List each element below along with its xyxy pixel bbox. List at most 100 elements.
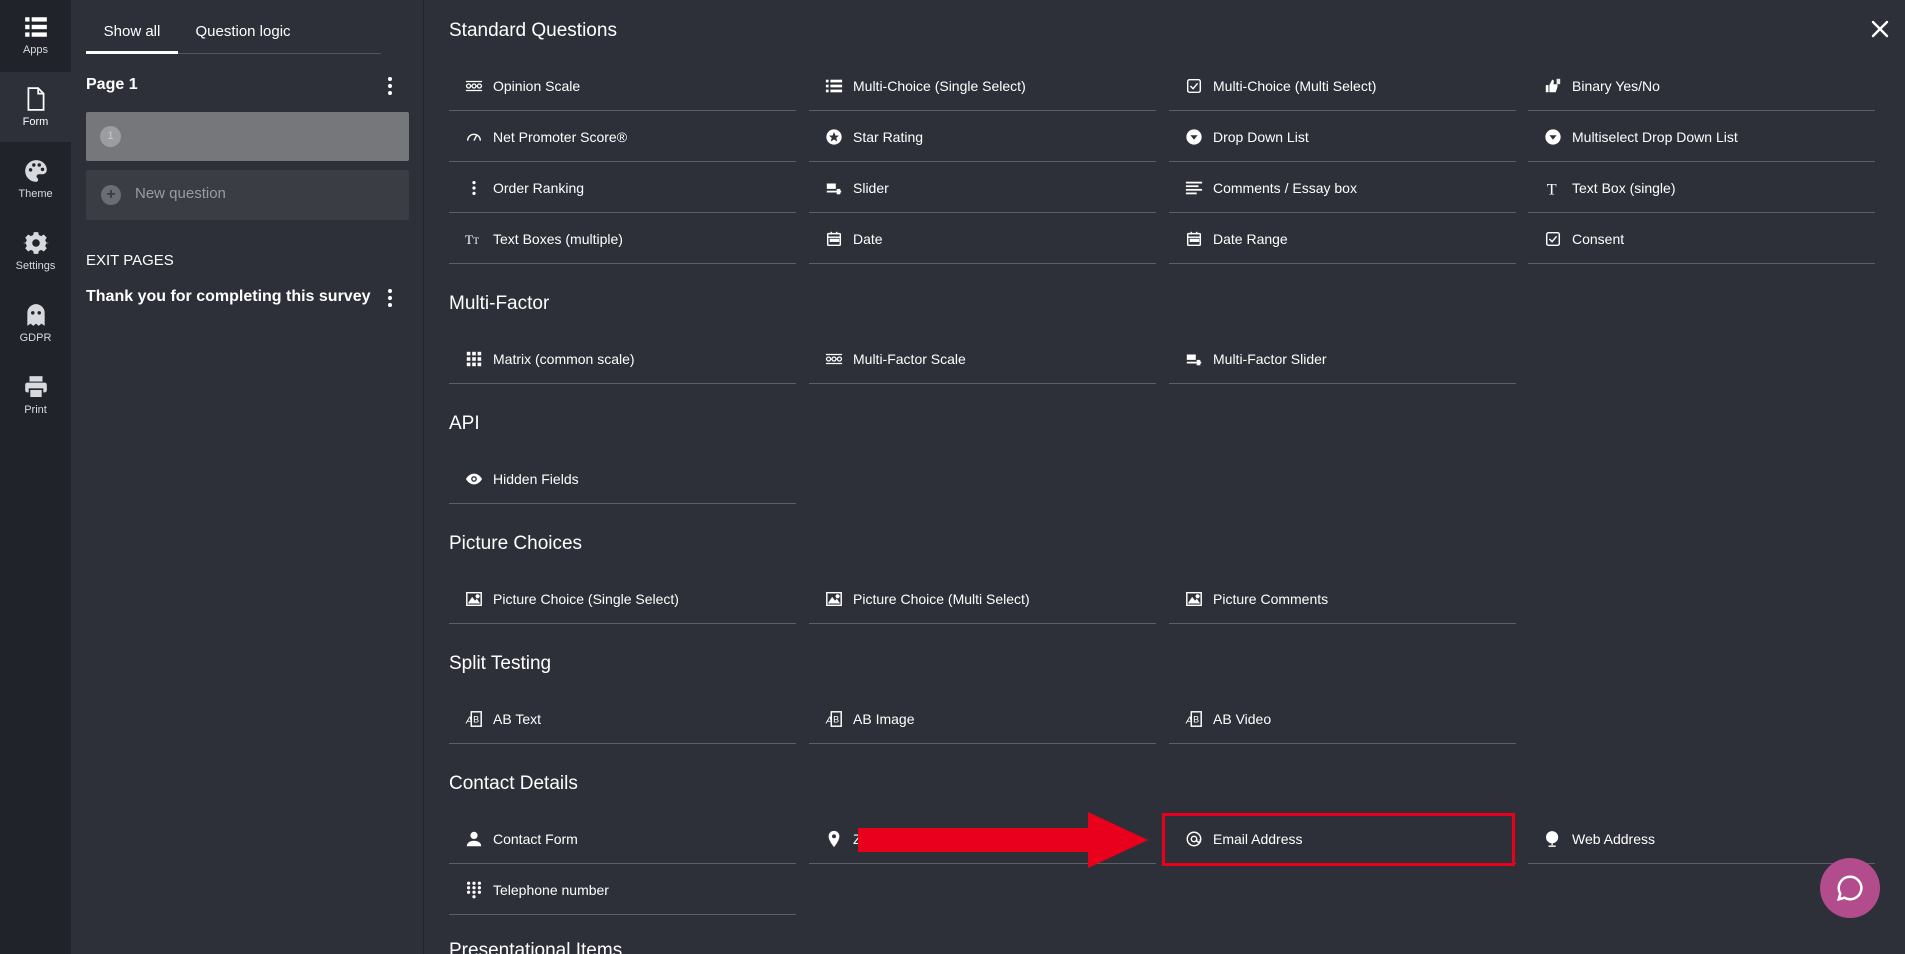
question-type-label: AB Video	[1213, 710, 1272, 727]
question-type-multi-choice-single-select[interactable]: Multi-Choice (Single Select)	[809, 61, 1156, 111]
gauge-icon	[463, 126, 485, 148]
ranking-icon	[463, 177, 485, 199]
eye-icon	[463, 468, 485, 490]
page-title: Page 1	[86, 76, 138, 93]
svg-text:B: B	[1193, 714, 1199, 724]
question-type-picture-comments[interactable]: Picture Comments	[1169, 574, 1516, 624]
matrix-icon	[463, 348, 485, 370]
question-type-label: Multi-Factor Slider	[1213, 350, 1327, 367]
question-type-email-address[interactable]: Email Address	[1169, 814, 1516, 864]
checkbox-icon	[1542, 228, 1564, 250]
tab-question-logic[interactable]: Question logic	[178, 14, 308, 54]
question-type-binary-yes-no[interactable]: Binary Yes/No	[1528, 61, 1875, 111]
question-type-label: Picture Comments	[1213, 590, 1329, 607]
chat-support-button[interactable]	[1820, 858, 1880, 918]
exit-page-title[interactable]: Thank you for completing this survey	[86, 288, 371, 306]
question-type-label: Matrix (common scale)	[493, 350, 635, 367]
question-type-date-range[interactable]: Date Range	[1169, 214, 1516, 264]
question-type-picture-choice-multi-select[interactable]: Picture Choice (Multi Select)	[809, 574, 1156, 624]
question-type-label: Comments / Essay box	[1213, 179, 1357, 196]
question-type-matrix-common-scale[interactable]: Matrix (common scale)	[449, 334, 796, 384]
question-type-drop-down-list[interactable]: Drop Down List	[1169, 112, 1516, 162]
section-title-standard-questions: Standard Questions	[449, 20, 617, 41]
rail-label: GDPR	[19, 332, 52, 344]
question-type-picture-choice-single-select[interactable]: Picture Choice (Single Select)	[449, 574, 796, 624]
question-type-date[interactable]: Date	[809, 214, 1156, 264]
question-type-order-ranking[interactable]: Order Ranking	[449, 163, 796, 213]
question-type-label: Order Ranking	[493, 179, 585, 196]
svg-text:B: B	[833, 714, 839, 724]
text-icon: T	[1542, 177, 1564, 199]
question-type-multiselect-drop-down-list[interactable]: Multiselect Drop Down List	[1528, 112, 1875, 162]
dropdown-icon	[1542, 126, 1564, 148]
question-type-label: Hidden Fields	[493, 470, 579, 487]
question-number-badge: 1	[100, 126, 121, 147]
slider-icon	[1183, 348, 1205, 370]
tab-show-all[interactable]: Show all	[86, 14, 178, 54]
question-type-label: AB Image	[853, 710, 915, 727]
question-type-consent[interactable]: Consent	[1528, 214, 1875, 264]
question-type-text-box-single[interactable]: T Text Box (single)	[1528, 163, 1875, 213]
question-type-slider[interactable]: Slider	[809, 163, 1156, 213]
rail-item-settings[interactable]: Settings	[0, 216, 71, 286]
question-type-hidden-fields[interactable]: Hidden Fields	[449, 454, 796, 504]
question-type-label: Date Range	[1213, 230, 1288, 247]
palette-icon	[24, 160, 47, 182]
rail-item-theme[interactable]: Theme	[0, 144, 71, 214]
question-type-ab-video[interactable]: A B AB Video	[1169, 694, 1516, 744]
question-type-text-boxes-multiple[interactable]: T T Text Boxes (multiple)	[449, 214, 796, 264]
section-title-api: API	[449, 413, 480, 434]
question-type-comments-essay-box[interactable]: Comments / Essay box	[1169, 163, 1516, 213]
rail-item-form[interactable]: Form	[0, 72, 71, 142]
question-type-web-address[interactable]: Web Address	[1528, 814, 1875, 864]
page-menu-icon[interactable]	[380, 74, 400, 98]
question-card[interactable]: 1	[86, 112, 409, 161]
section-title-presentational-items: Presentational Items	[449, 940, 623, 954]
location-pin-icon	[823, 828, 845, 850]
ab-test-icon: AB	[463, 708, 485, 730]
exit-pages-heading: EXIT PAGES	[86, 252, 174, 269]
question-type-multi-factor-slider[interactable]: Multi-Factor Slider	[1169, 334, 1516, 384]
gear-icon	[22, 232, 49, 254]
question-type-contact-form[interactable]: Contact Form	[449, 814, 796, 864]
question-type-label: Net Promoter Score®	[493, 128, 628, 145]
plus-icon: +	[101, 185, 121, 205]
at-sign-icon	[1183, 828, 1205, 850]
svg-text:A: A	[465, 715, 473, 726]
question-type-multi-factor-scale[interactable]: Multi-Factor Scale	[809, 334, 1156, 384]
question-type-telephone-number[interactable]: Telephone number	[449, 865, 796, 915]
question-type-label: Consent	[1572, 230, 1625, 247]
question-type-z[interactable]: Z	[809, 814, 1156, 864]
list-icon	[823, 75, 845, 97]
question-type-multi-choice-multi-select[interactable]: Multi-Choice (Multi Select)	[1169, 61, 1516, 111]
close-icon[interactable]	[1869, 18, 1891, 40]
question-type-label: Star Rating	[853, 128, 924, 145]
question-type-label: Picture Choice (Single Select)	[493, 590, 679, 607]
section-title-picture-choices: Picture Choices	[449, 533, 583, 554]
svg-text:T: T	[465, 231, 473, 246]
dropdown-icon	[1183, 126, 1205, 148]
svg-text:B: B	[473, 714, 479, 724]
exit-page-menu-icon[interactable]	[380, 286, 400, 310]
question-type-label: Text Boxes (multiple)	[493, 230, 623, 247]
rail-item-apps[interactable]: Apps	[0, 0, 71, 70]
slider-icon	[823, 177, 845, 199]
question-type-opinion-scale[interactable]: Opinion Scale	[449, 61, 796, 111]
question-type-label: Date	[853, 230, 883, 247]
new-question-button[interactable]: + New question	[86, 170, 409, 220]
question-type-ab-text[interactable]: A B AB Text	[449, 694, 796, 744]
svg-text:T: T	[1547, 180, 1557, 197]
rail-label: Print	[24, 404, 47, 416]
thumbs-icon	[1542, 75, 1564, 97]
question-type-label: Telephone number	[493, 881, 609, 898]
question-type-ab-image[interactable]: A B AB Image	[809, 694, 1156, 744]
question-type-label: AB Text	[493, 710, 541, 727]
question-type-star-rating[interactable]: Star Rating	[809, 112, 1156, 162]
question-type-net-promoter-score[interactable]: Net Promoter Score®	[449, 112, 796, 162]
question-type-label: Multi-Choice (Multi Select)	[1213, 77, 1377, 94]
rail-label: Form	[22, 116, 49, 128]
rail-item-gdpr[interactable]: GDPR	[0, 288, 71, 358]
question-library: Standard Questions Opinion Scale Multi-Cho…	[425, 0, 1905, 954]
rail-item-print[interactable]: Print	[0, 360, 71, 430]
section-title-multi-factor: Multi-Factor	[449, 293, 550, 314]
